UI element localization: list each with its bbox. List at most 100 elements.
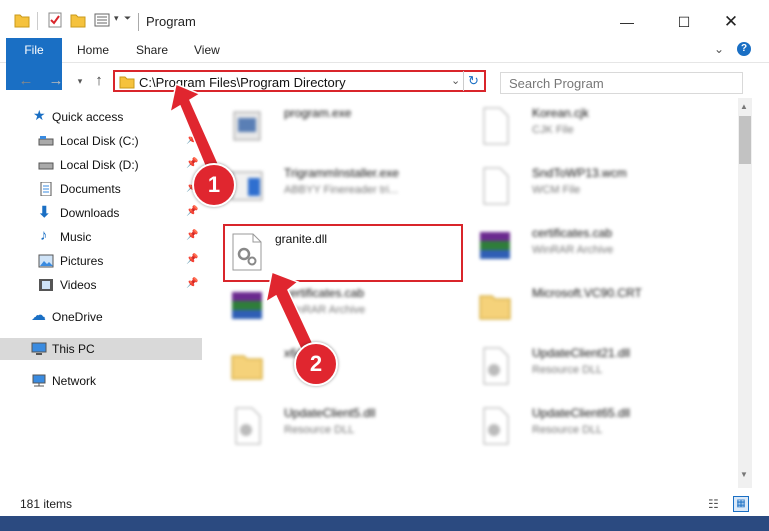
address-path: C:\Program Files\Program Directory	[139, 75, 346, 90]
cloud-icon: ☁	[31, 307, 46, 324]
refresh-icon[interactable]: ↻	[468, 73, 479, 89]
search-input[interactable]: Search Program	[500, 72, 743, 94]
sidebar-item-label: Documents	[60, 182, 121, 196]
highlighted-file-granite[interactable]: granite.dll	[223, 224, 463, 282]
expand-ribbon-icon[interactable]: ⌄	[714, 42, 724, 56]
file-type: WCM File	[532, 184, 581, 196]
sidebar-item-local-disk-d[interactable]: Local Disk (D:) 📌	[0, 154, 202, 176]
file-item[interactable]: UpdateClient65.dll Resource DLL	[470, 400, 700, 452]
sidebar-item-network[interactable]: Network	[0, 370, 202, 392]
title-separator	[138, 13, 139, 31]
status-bar: 181 items ☷ ▦	[0, 494, 769, 516]
file-item[interactable]: certificates.cab WinRAR Archive	[222, 280, 452, 332]
file-name: TrigrammInstaller.exe	[284, 166, 399, 180]
pin-icon[interactable]: 📌	[186, 230, 198, 241]
file-name: certificates.cab	[532, 226, 613, 240]
dll-gear-icon	[483, 347, 509, 385]
sidebar-item-videos[interactable]: Videos 📌	[0, 274, 202, 296]
scroll-up-icon[interactable]: ▲	[740, 102, 748, 111]
sidebar-item-label: OneDrive	[52, 310, 103, 324]
documents-icon	[40, 182, 52, 196]
file-item[interactable]: Korean.cjk CJK File	[470, 100, 700, 152]
minimize-button[interactable]: —	[607, 8, 647, 36]
downloads-icon: ⬇	[38, 204, 51, 221]
file-type: CJK File	[532, 124, 574, 136]
file-list: program.exe Korean.cjk CJK File Trigramm…	[210, 100, 735, 495]
file-name: UpdateClient65.dll	[532, 406, 631, 420]
tab-home[interactable]: Home	[77, 38, 109, 62]
file-item[interactable]: UpdateClient21.dll Resource DLL	[470, 340, 700, 392]
sidebar-item-music[interactable]: ♪ Music 📌	[0, 226, 202, 248]
desktop-strip	[0, 516, 769, 531]
winrar-icon	[480, 232, 510, 259]
sidebar-item-documents[interactable]: Documents 📌	[0, 178, 202, 200]
sidebar-item-this-pc[interactable]: This PC	[0, 338, 202, 360]
recent-locations-icon[interactable]: ▾	[70, 72, 90, 90]
file-item[interactable]: program.exe	[222, 100, 452, 152]
file-item[interactable]: UpdateClient5.dll Resource DLL	[222, 400, 452, 452]
scroll-thumb[interactable]	[739, 116, 751, 164]
sidebar-item-quick-access[interactable]: ★ Quick access	[0, 106, 202, 128]
blank-file-icon	[483, 107, 509, 145]
address-bar[interactable]: C:\Program Files\Program Directory ⌄ ↻	[113, 70, 486, 92]
file-type: Resource DLL	[532, 364, 603, 376]
chevron-down-icon[interactable]: ▾	[114, 13, 119, 24]
forward-button[interactable]: →	[46, 72, 66, 90]
ribbon-tabs: File Home Share View ⌄ ?	[0, 38, 769, 90]
sidebar-item-label: Music	[60, 230, 92, 244]
pin-icon[interactable]: 📌	[186, 134, 198, 145]
address-dropdown-icon[interactable]: ⌄	[451, 74, 460, 87]
dll-gear-icon	[232, 233, 262, 271]
folder-icon	[479, 295, 511, 320]
dll-gear-icon	[235, 407, 261, 445]
customize-toolbar-icon[interactable]: ⏷	[124, 13, 131, 24]
blank-file-icon	[483, 167, 509, 205]
large-icons-view-icon[interactable]: ▦	[733, 496, 749, 512]
vertical-scrollbar[interactable]: ▲ ▼	[738, 98, 752, 488]
folder-icon	[231, 355, 263, 380]
file-name: Korean.cjk	[532, 106, 589, 120]
pictures-icon	[38, 254, 54, 268]
file-item[interactable]: SndToWP13.wcm WCM File	[470, 160, 700, 212]
file-name: certificates.cab	[284, 286, 365, 300]
back-button[interactable]: ←	[16, 72, 36, 90]
view-options-icon[interactable]	[93, 11, 111, 29]
pin-icon[interactable]: 📌	[186, 254, 198, 265]
address-row: ← → ▾ ↑ C:\Program Files\Program Directo…	[0, 66, 769, 96]
sidebar-item-local-disk-c[interactable]: Local Disk (C:) 📌	[0, 130, 202, 152]
pin-icon[interactable]: 📌	[186, 278, 198, 289]
sidebar-item-downloads[interactable]: ⬇ Downloads 📌	[0, 202, 202, 224]
file-name: program.exe	[284, 106, 352, 120]
sidebar-item-pictures[interactable]: Pictures 📌	[0, 250, 202, 272]
file-name: UpdateClient5.dll	[284, 406, 376, 420]
scroll-down-icon[interactable]: ▼	[740, 470, 748, 479]
maximize-button[interactable]: ☐	[664, 8, 704, 36]
sidebar-item-label: Downloads	[60, 206, 120, 220]
file-type: WinRAR Archive	[532, 244, 614, 256]
sidebar-item-label: Videos	[60, 278, 97, 292]
file-item[interactable]: Microsoft.VC90.CRT	[470, 280, 700, 332]
file-name: UpdateClient21.dll	[532, 346, 631, 360]
explorer-window: ▾ ⏷ Program — ☐ ✕ File Home Share View ⌄…	[0, 0, 769, 531]
window-title: Program	[146, 14, 196, 29]
help-icon[interactable]: ?	[737, 42, 751, 56]
tab-view[interactable]: View	[194, 38, 220, 62]
properties-icon[interactable]	[47, 11, 63, 29]
winrar-icon	[232, 292, 262, 319]
new-folder-icon[interactable]	[70, 11, 86, 29]
pin-icon[interactable]: 📌	[186, 158, 198, 169]
drive-icon	[38, 162, 54, 170]
details-view-icon[interactable]: ☷	[708, 497, 719, 511]
file-item[interactable]: TrigrammInstaller.exe ABBYY Finereader t…	[222, 160, 452, 212]
folder-icon	[119, 76, 135, 89]
close-button[interactable]: ✕	[711, 8, 751, 36]
file-item[interactable]: certificates.cab WinRAR Archive	[470, 220, 700, 272]
sidebar-item-label: Network	[52, 374, 97, 388]
tab-share[interactable]: Share	[136, 38, 168, 62]
pin-icon[interactable]: 📌	[186, 206, 198, 217]
up-button[interactable]: ↑	[89, 72, 109, 90]
title-bar: ▾ ⏷ Program — ☐ ✕	[0, 0, 769, 38]
file-name: SndToWP13.wcm	[532, 166, 627, 180]
sidebar-item-onedrive[interactable]: ☁ OneDrive	[0, 306, 202, 328]
pc-icon	[31, 342, 47, 355]
